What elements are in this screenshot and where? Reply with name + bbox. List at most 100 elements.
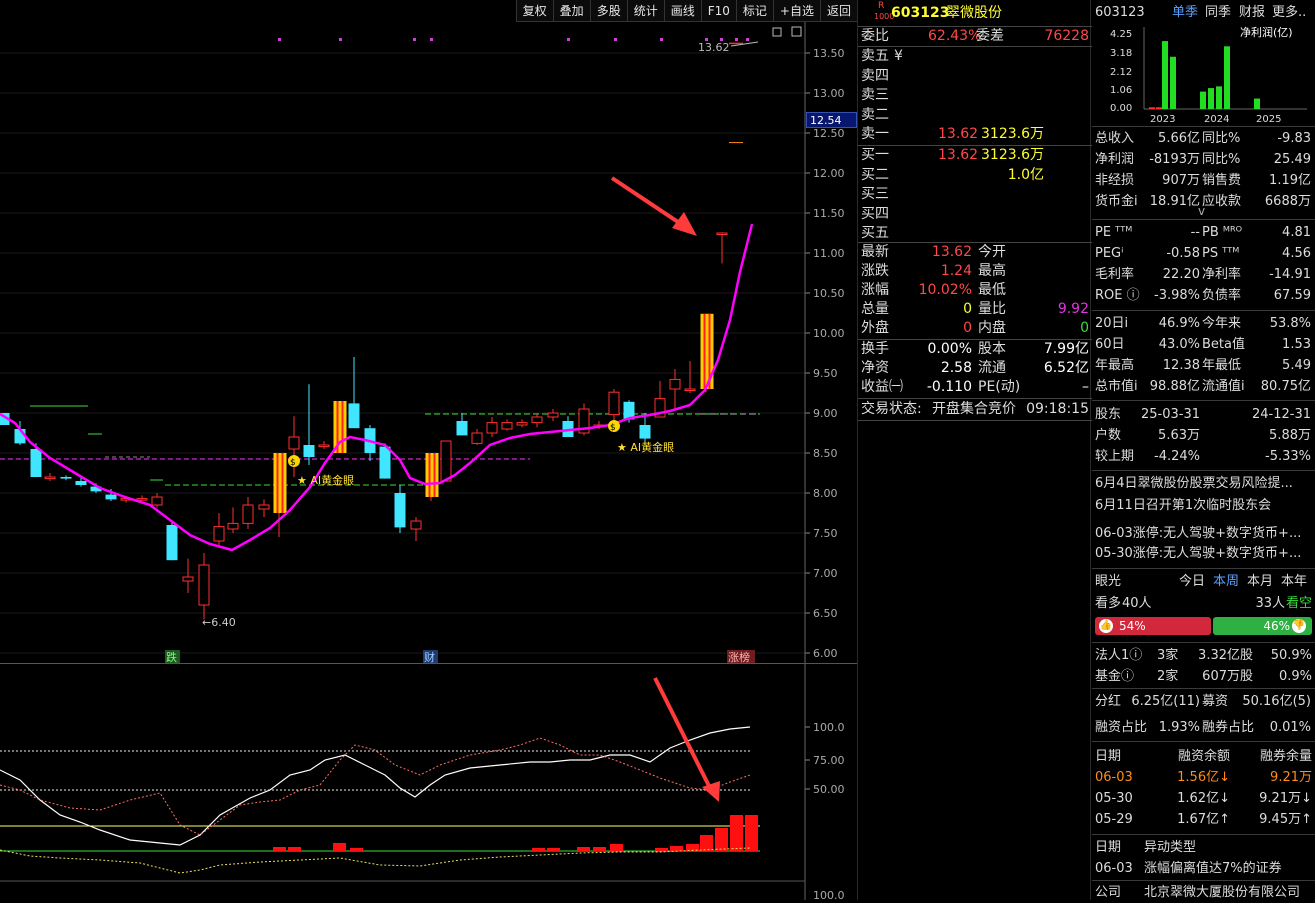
- sell-level-1[interactable]: 卖一 13.62 3123.6万: [858, 125, 1092, 144]
- info-tab-3[interactable]: 更多..: [1272, 2, 1306, 23]
- perf-row-2-label: 年最高: [1095, 358, 1135, 373]
- inst-row-1-label: 基金ⓘ: [1095, 669, 1135, 684]
- candle-limit-stripe: [341, 401, 344, 453]
- volume-bar: [593, 847, 606, 851]
- candle-down: [456, 421, 468, 436]
- mini-bar: [1162, 41, 1168, 109]
- toolbar-button-0[interactable]: 复权: [515, 0, 553, 21]
- chart-area[interactable]: 复权 叠加 多股 统计 画线 F10 标记 +自选 返回 13.50 13.00 12.50 12.0…: [0, 0, 857, 900]
- candle-limit-stripe: [281, 453, 284, 513]
- oscillator-chart[interactable]: 100.0 75.00 50.00 100.0: [0, 664, 857, 900]
- buy-level-3[interactable]: 买三: [858, 185, 1092, 204]
- fin-row-1-label2: 同比%: [1202, 152, 1241, 167]
- kline-chart[interactable]: 13.5013.0012.5012.0011.5011.0010.5010.00…: [0, 22, 857, 687]
- yanguang-tab-2[interactable]: 本月: [1247, 571, 1273, 592]
- buy-level-5-label: 买五: [861, 225, 889, 241]
- volume-bar: [745, 815, 758, 851]
- order-book-panel: R 1000 603123 翠微股份 委比 62.43% 委差 76228 卖五…: [857, 0, 1092, 900]
- news-item-2[interactable]: 06-03涨停:无人驾驶+数字货币+...: [1092, 523, 1315, 544]
- inst-row-1: 基金ⓘ 2家 607万股 0.9%: [1092, 666, 1315, 687]
- val-row-1-value2: 4.56: [1282, 246, 1311, 261]
- osc-line-white: [0, 726, 751, 846]
- news-item-1[interactable]: 6月11日召开第1次临时股东会: [1092, 495, 1315, 516]
- r-badge: R: [878, 1, 885, 11]
- mini-bar: [1170, 56, 1176, 109]
- stat-row-2-value: -0.110: [926, 379, 972, 395]
- fenhong-row: 分红 6.25亿(11) 募资 50.16亿(5): [1092, 691, 1315, 712]
- volume-bar: [670, 846, 683, 851]
- yanguang-tab-0[interactable]: 今日: [1179, 571, 1205, 592]
- news-item-1-text: 6月11日召开第1次临时股东会: [1095, 498, 1272, 513]
- rzrq-row-label: 融资占比: [1095, 720, 1148, 735]
- toolbar-button-1[interactable]: 叠加: [552, 0, 590, 21]
- buy-level-5[interactable]: 买五: [858, 224, 1092, 243]
- y-tick-label: 8.00: [813, 487, 838, 500]
- annotation-arrowhead: [702, 781, 720, 802]
- sell-level-5[interactable]: 卖五 ¥: [858, 47, 1092, 66]
- val-row-1-label: PEGⁱ: [1095, 246, 1124, 261]
- toolbar-button-8[interactable]: 返回: [819, 0, 857, 21]
- candle-up: [669, 378, 681, 390]
- info-tab-2[interactable]: 财报: [1239, 2, 1265, 23]
- margin-header-2: 融券余量: [1259, 749, 1312, 764]
- info-tab-1[interactable]: 同季: [1205, 2, 1231, 23]
- info-tab-0[interactable]: 单季: [1172, 2, 1198, 23]
- signal-dot: [735, 38, 738, 41]
- buy-level-2[interactable]: 买二 1.0亿: [858, 166, 1092, 185]
- candle-up: [258, 504, 270, 510]
- buy-level-4[interactable]: 买四: [858, 205, 1092, 224]
- signal-dot: [278, 38, 281, 41]
- toolbar-button-5[interactable]: F10: [700, 0, 736, 21]
- yanguang-tab-1[interactable]: 本周: [1213, 571, 1239, 592]
- candle-down: [348, 403, 360, 429]
- yanguang-title: 眼光: [1095, 574, 1122, 589]
- candle-up: [547, 412, 559, 418]
- mini-x-label: 2025: [1256, 114, 1281, 125]
- candle-up: [501, 422, 513, 430]
- val-row-0-label: PE ᵀᵀᴹ: [1095, 225, 1133, 240]
- perf-row-2-label2: 年最低: [1202, 358, 1242, 373]
- sell-level-2[interactable]: 卖二: [858, 106, 1092, 125]
- abnormal-header-1: 异动类型: [1144, 840, 1197, 855]
- stat-row-1-value: 2.58: [940, 360, 972, 376]
- y-tick-label: 11.50: [813, 207, 845, 220]
- volume-bar: [350, 848, 363, 851]
- abnormal-header-0: 日期: [1095, 840, 1122, 855]
- toolbar-button-7[interactable]: +自选: [772, 0, 820, 21]
- candle-up: [471, 432, 483, 444]
- perf-row-2: 年最高 12.38 年最低 5.49: [1092, 355, 1315, 376]
- fenhong-row-label2: 募资: [1202, 694, 1229, 709]
- news-item-3-text: 05-30涨停:无人驾驶+数字货币+...: [1095, 546, 1302, 561]
- sell-level-2-label: 卖二: [861, 106, 889, 123]
- sell-level-4[interactable]: 卖四: [858, 67, 1092, 86]
- fenhong-row-label: 分红: [1095, 694, 1122, 709]
- news-item-3[interactable]: 05-30涨停:无人驾驶+数字货币+...: [1092, 543, 1315, 564]
- sell-level-4-label: 卖四: [861, 67, 889, 84]
- buy-level-2-volume: 1.0亿: [1007, 166, 1044, 183]
- fenhong-row-value2: 50.16亿(5): [1242, 694, 1311, 709]
- stat-row-0-value: 0.00%: [927, 341, 972, 357]
- buy-level-1[interactable]: 买一 13.62 3123.6万: [858, 146, 1092, 165]
- perf-row-0-value: 46.9%: [1158, 316, 1200, 331]
- event-marker-label: 涨榜: [728, 650, 750, 664]
- mini-y-label: 4.25: [1110, 29, 1132, 40]
- stock-title: R 1000 603123 翠微股份: [858, 1, 1092, 26]
- stat-row-1-label2: 流通: [978, 360, 1006, 376]
- sell-level-3[interactable]: 卖三: [858, 86, 1092, 105]
- money-bag-icon: $: [610, 423, 616, 433]
- toolbar-button-2[interactable]: 多股: [589, 0, 627, 21]
- window-restore-icon: [772, 27, 782, 37]
- val-row-0: PE ᵀᵀᴹ -- PB ᴹᴿᴼ 4.81: [1092, 222, 1315, 243]
- toolbar-button-6[interactable]: 标记: [735, 0, 773, 21]
- margin-row-1-short: 9.21万↓: [1259, 791, 1312, 806]
- inst-row-0-shares: 3.32亿股: [1198, 648, 1253, 663]
- news-item-0[interactable]: 6月4日翠微股份股票交易风险提...: [1092, 473, 1315, 494]
- candle-up: [608, 391, 620, 416]
- toolbar-button-3[interactable]: 统计: [626, 0, 664, 21]
- expand-chevron-icon[interactable]: v: [1198, 205, 1205, 217]
- quote-row-0-value: 13.62: [931, 244, 972, 260]
- thumbs-down-icon: 👎: [1292, 619, 1306, 633]
- yanguang-tab-3[interactable]: 本年: [1281, 571, 1307, 592]
- toolbar-button-4[interactable]: 画线: [663, 0, 701, 21]
- quote-row-3-label: 总量: [861, 301, 889, 317]
